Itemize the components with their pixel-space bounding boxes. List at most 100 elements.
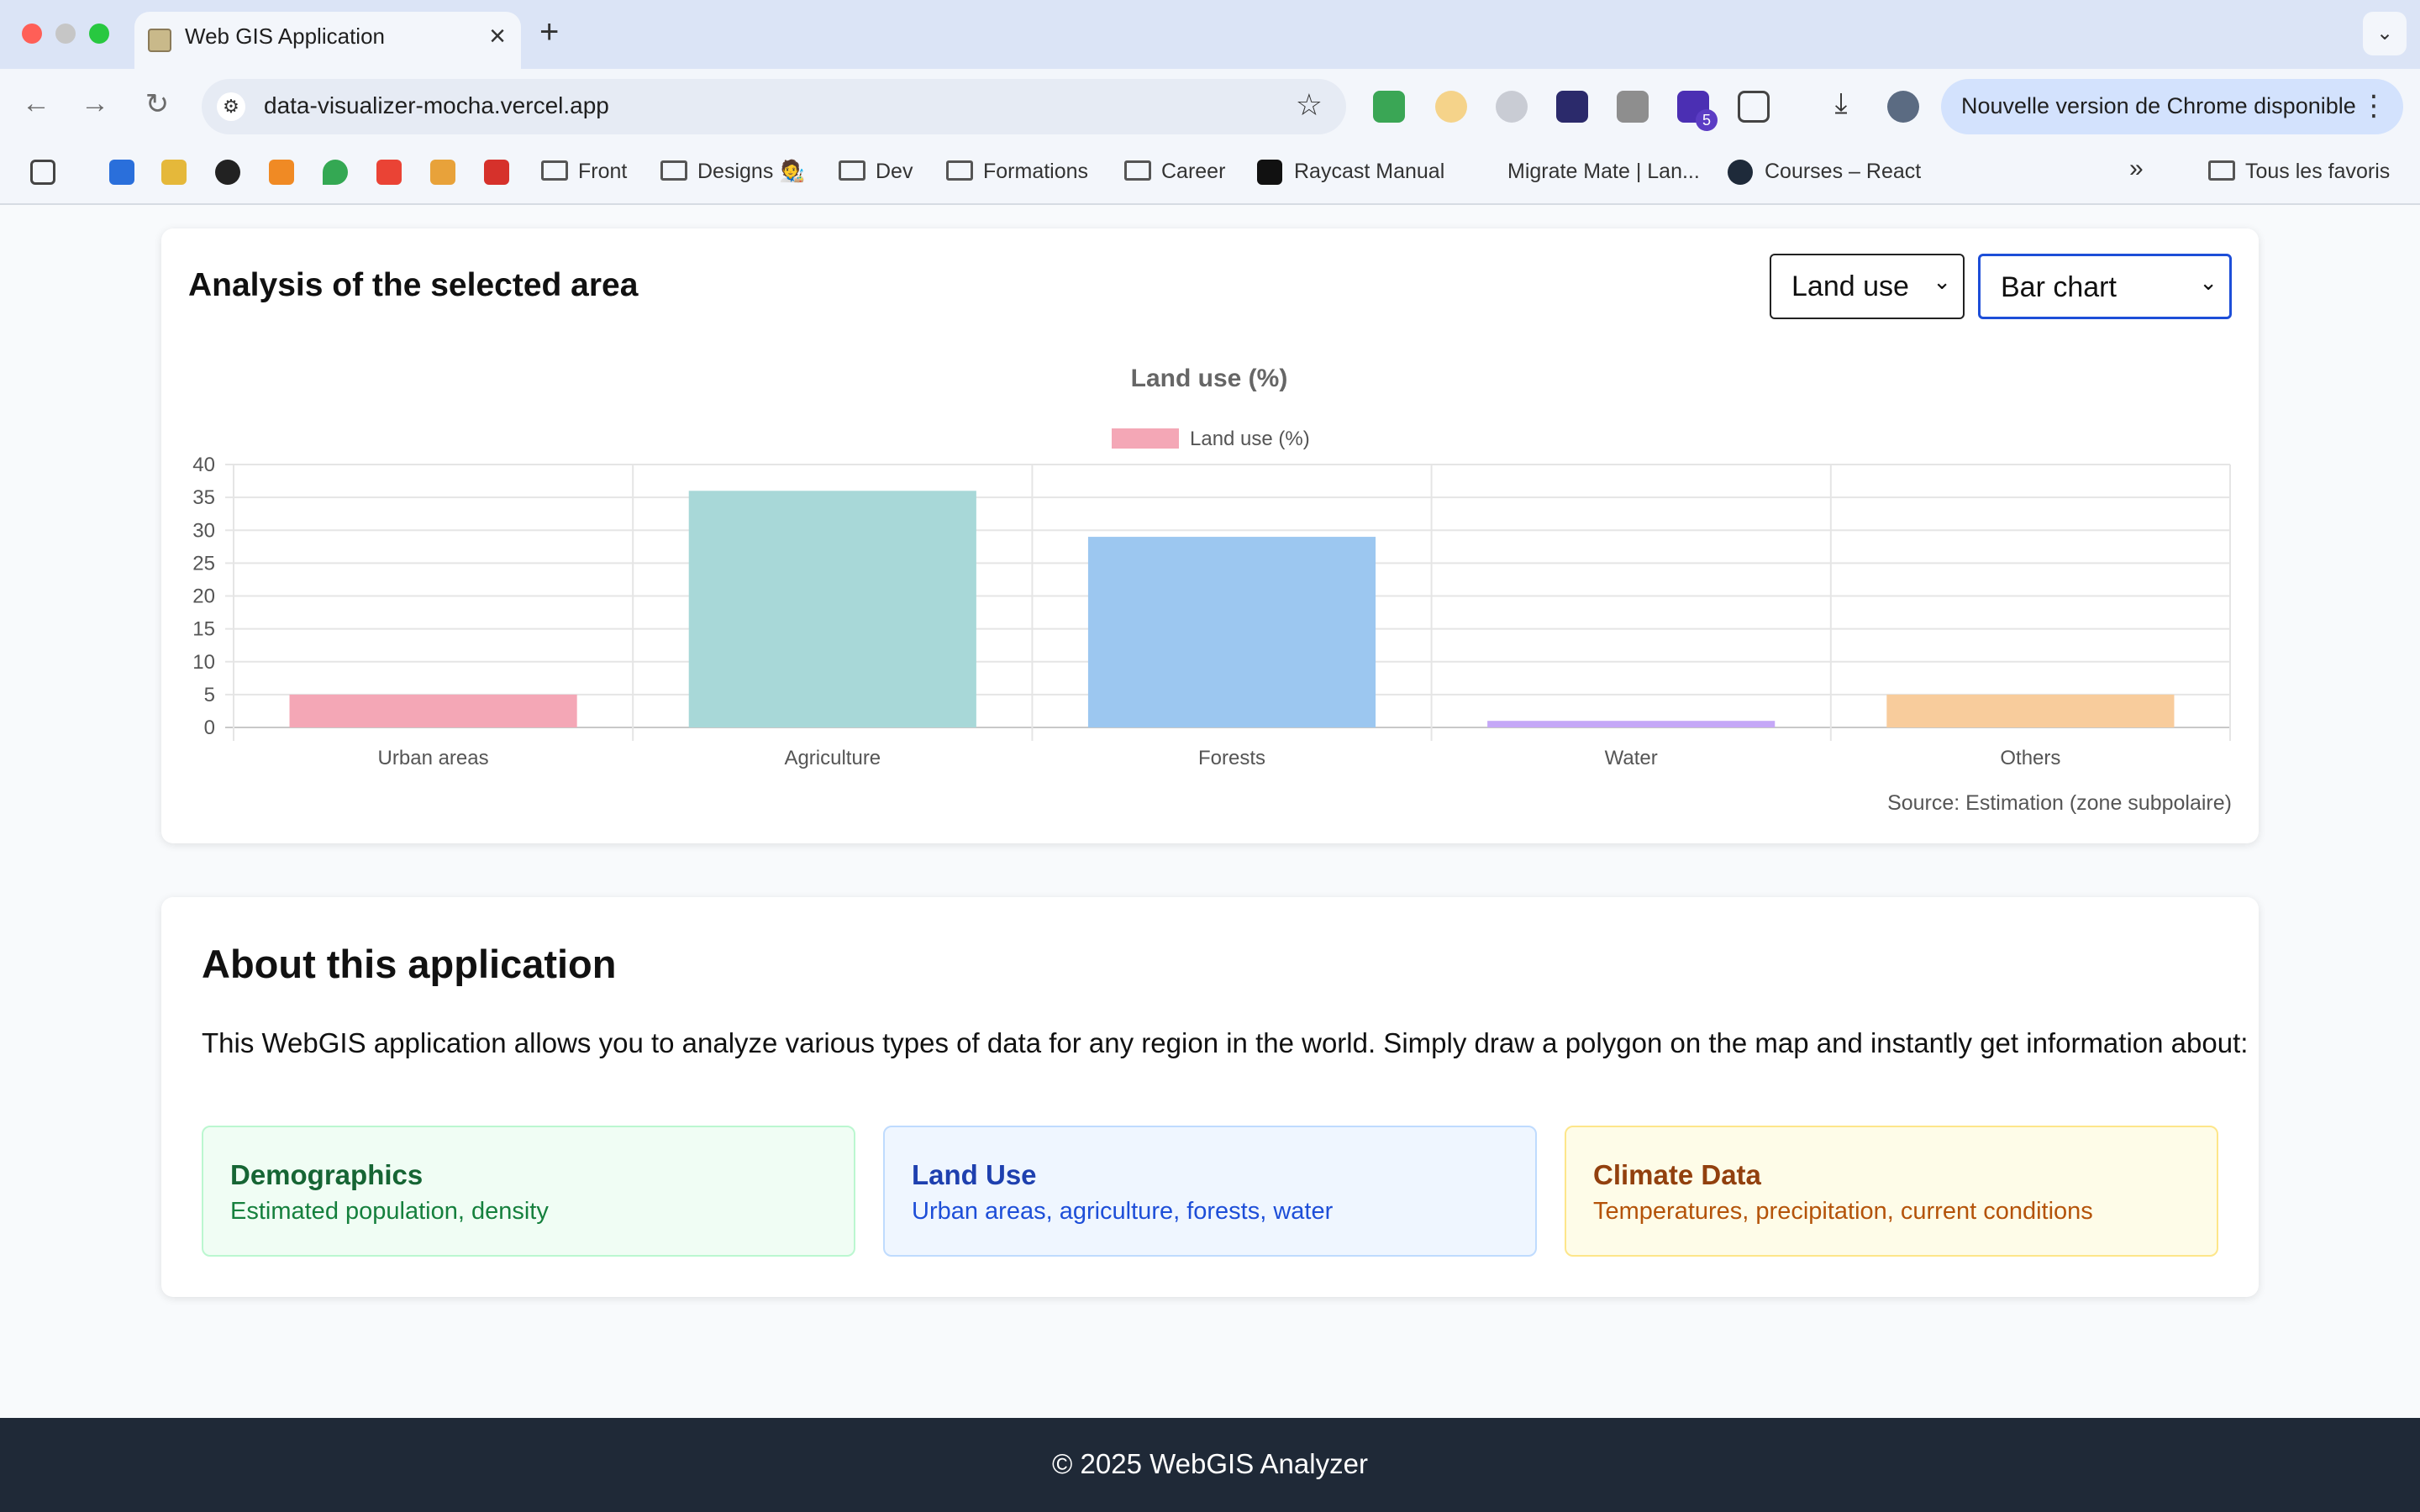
all-bookmarks-label: Tous les favoris bbox=[2245, 160, 2391, 183]
feature-title: Climate Data bbox=[1593, 1159, 1761, 1190]
bar-forests bbox=[1087, 537, 1376, 727]
extension-grid-icon[interactable] bbox=[1556, 91, 1588, 123]
bookmark-label: Career bbox=[1161, 160, 1226, 183]
bar-agriculture bbox=[688, 491, 976, 727]
bookmark-folder-dev[interactable]: Dev bbox=[839, 160, 913, 184]
bookmark-folder-designs[interactable]: Designs 🧑‍🎨 bbox=[660, 160, 805, 184]
bookmark-folder-front[interactable]: Front bbox=[541, 160, 627, 184]
back-icon[interactable]: ← bbox=[17, 87, 55, 120]
react-icon bbox=[1728, 160, 1753, 185]
folder-icon bbox=[946, 160, 973, 181]
browser-chrome: Web GIS Application × + ⌄ ← → ↻ ⚙ data-v… bbox=[0, 0, 2420, 205]
profile-avatar[interactable] bbox=[1887, 91, 1919, 123]
more-bookmarks-chevron-icon[interactable]: » bbox=[2129, 155, 2144, 183]
about-card: About this application This WebGIS appli… bbox=[161, 897, 2259, 1297]
browser-toolbar: ← → ↻ ⚙ data-visualizer-mocha.vercel.app… bbox=[0, 69, 2420, 144]
feature-text: Temperatures, precipitation, current con… bbox=[1593, 1198, 2093, 1225]
bookmark-raycast-manual[interactable]: Raycast Manual bbox=[1294, 160, 1444, 184]
y-tick-label: 30 bbox=[192, 519, 215, 542]
bookmark-star-icon[interactable]: ☆ bbox=[1296, 87, 1323, 123]
reload-icon[interactable]: ↻ bbox=[138, 87, 176, 121]
extensions-puzzle-icon[interactable] bbox=[1738, 91, 1770, 123]
feature-text: Urban areas, agriculture, forests, water bbox=[912, 1198, 1334, 1225]
bookmark-courses-react[interactable]: Courses – React bbox=[1765, 160, 1921, 184]
bookmark-label: Formations bbox=[983, 160, 1089, 183]
maximize-window-icon[interactable] bbox=[89, 24, 109, 44]
minimize-window-icon[interactable] bbox=[55, 24, 76, 44]
legend-swatch bbox=[1112, 428, 1179, 449]
extension-graduation-icon[interactable]: 5 bbox=[1677, 91, 1718, 131]
land-use-bar-chart: Land use (%) Land use (%) 0 5 10 15 20 25 30 35 40… bbox=[192, 365, 2231, 769]
x-tick-label: Others bbox=[2000, 747, 2060, 769]
chart-source: Source: Estimation (zone subpolaire) bbox=[1887, 791, 2232, 815]
bookmark-triangle-icon[interactable] bbox=[109, 160, 134, 185]
apps-grid-icon[interactable] bbox=[30, 160, 55, 185]
stackoverflow-icon[interactable] bbox=[269, 160, 294, 185]
wordreference-icon[interactable] bbox=[430, 160, 455, 185]
x-tick-label: Water bbox=[1605, 747, 1658, 769]
url-text[interactable]: data-visualizer-mocha.vercel.app bbox=[264, 92, 609, 119]
kebab-menu-icon[interactable]: ⋮ bbox=[2360, 89, 2388, 123]
legend-label: Land use (%) bbox=[1190, 428, 1310, 450]
x-tick-label: Urban areas bbox=[378, 747, 489, 769]
y-tick-label: 20 bbox=[192, 585, 215, 608]
extension-camera-icon[interactable] bbox=[1617, 91, 1649, 123]
bookmark-migrate-mate[interactable]: Migrate Mate | Lan... bbox=[1507, 160, 1700, 184]
x-tick-label: Agriculture bbox=[784, 747, 881, 769]
site-info-icon[interactable]: ⚙ bbox=[217, 92, 245, 121]
close-tab-icon[interactable]: × bbox=[489, 20, 506, 53]
bar-water bbox=[1487, 721, 1776, 727]
folder-icon bbox=[1124, 160, 1151, 181]
y-tick-label: 5 bbox=[204, 684, 215, 706]
tab-search-chevron-icon[interactable]: ⌄ bbox=[2363, 12, 2407, 55]
chart-title: Land use (%) bbox=[1131, 365, 1288, 392]
extension-frog-icon[interactable] bbox=[1373, 91, 1405, 123]
page-footer: © 2025 WebGIS Analyzer bbox=[0, 1418, 2420, 1512]
tab-title: Web GIS Application bbox=[185, 24, 385, 49]
bar-others bbox=[1886, 694, 2175, 727]
chrome-update-button[interactable]: Nouvelle version de Chrome disponible ⋮ bbox=[1941, 79, 2403, 134]
bookmark-red-icon[interactable] bbox=[484, 160, 509, 185]
new-tab-icon[interactable]: + bbox=[539, 13, 559, 51]
y-tick-label: 25 bbox=[192, 552, 215, 575]
folder-icon bbox=[2208, 160, 2235, 181]
y-tick-label: 0 bbox=[204, 717, 215, 739]
analysis-card: Analysis of the selected area Land use ⌄… bbox=[161, 228, 2259, 843]
footer-text: © 2025 WebGIS Analyzer bbox=[1052, 1448, 1368, 1479]
about-description: This WebGIS application allows you to an… bbox=[202, 1027, 2249, 1058]
github-icon[interactable] bbox=[215, 160, 240, 185]
downloads-icon[interactable]: ⤓ bbox=[1822, 87, 1860, 120]
feature-title: Demographics bbox=[230, 1159, 424, 1190]
forward-icon[interactable]: → bbox=[76, 87, 114, 120]
tab-bar: Web GIS Application × + ⌄ bbox=[0, 0, 2420, 69]
bookmarks-bar: Front Designs 🧑‍🎨 Dev Formations Career … bbox=[0, 144, 2420, 205]
y-tick-label: 10 bbox=[192, 651, 215, 674]
folder-icon bbox=[541, 160, 568, 181]
folder-icon bbox=[839, 160, 865, 181]
maps-pin-icon[interactable] bbox=[323, 160, 348, 185]
extension-circle-icon[interactable] bbox=[1435, 91, 1467, 123]
update-label: Nouvelle version de Chrome disponible bbox=[1961, 93, 2356, 118]
bookmark-label: Front bbox=[578, 160, 628, 183]
bookmark-cup-icon[interactable] bbox=[161, 160, 187, 185]
bar-urban-areas bbox=[289, 694, 577, 727]
y-tick-label: 40 bbox=[192, 454, 215, 476]
feature-text: Estimated population, density bbox=[230, 1198, 549, 1225]
address-bar[interactable]: ⚙ data-visualizer-mocha.vercel.app ☆ bbox=[202, 79, 1346, 134]
x-tick-label: Forests bbox=[1198, 747, 1265, 769]
about-title: About this application bbox=[202, 942, 617, 986]
bookmark-folder-career[interactable]: Career bbox=[1124, 160, 1225, 184]
bookmark-folder-formations[interactable]: Formations bbox=[946, 160, 1088, 184]
feature-card-climate: Climate Data Temperatures, precipitation… bbox=[1565, 1126, 2218, 1257]
bookmark-label: Designs 🧑‍🎨 bbox=[697, 160, 806, 183]
extension-cloud-icon[interactable] bbox=[1496, 91, 1528, 123]
all-bookmarks-folder[interactable]: Tous les favoris bbox=[2208, 160, 2390, 184]
raycast-icon bbox=[1257, 160, 1282, 185]
folder-icon bbox=[660, 160, 687, 181]
gmail-icon[interactable] bbox=[376, 160, 402, 185]
y-tick-label: 35 bbox=[192, 486, 215, 509]
active-tab[interactable]: Web GIS Application × bbox=[134, 12, 521, 69]
close-window-icon[interactable] bbox=[22, 24, 42, 44]
feature-card-land-use: Land Use Urban areas, agriculture, fores… bbox=[883, 1126, 1537, 1257]
tab-favicon-icon bbox=[148, 29, 171, 52]
